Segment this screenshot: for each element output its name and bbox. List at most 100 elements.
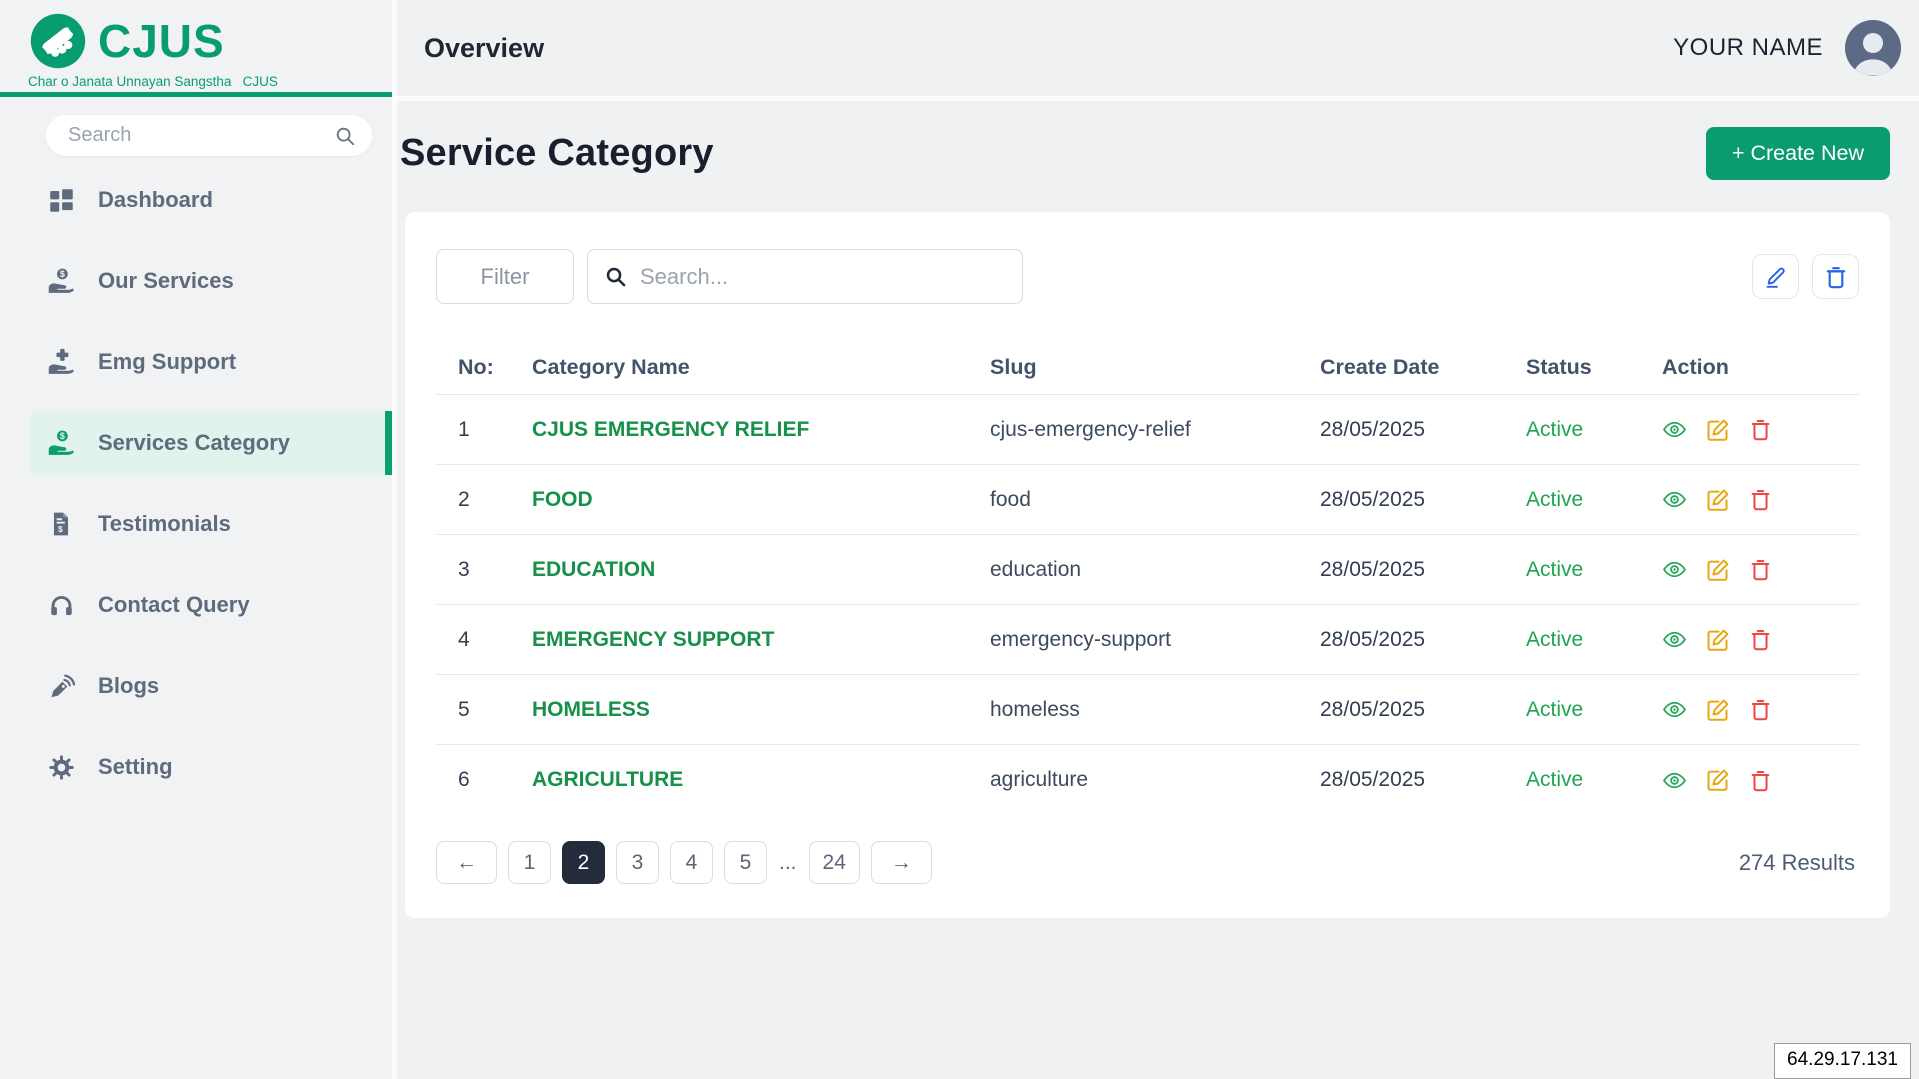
pagination-next-button[interactable]: → (870, 841, 932, 884)
category-slug: food (990, 487, 1031, 511)
brand-logo[interactable]: CJUS Char o Janata Unnayan Sangstha CJUS (0, 0, 392, 97)
row-actions (1662, 417, 1859, 442)
category-name-link[interactable]: HOMELESS (532, 698, 990, 722)
delete-icon[interactable] (1749, 488, 1772, 511)
column-header-action: Action (1662, 354, 1729, 379)
edit-icon[interactable] (1706, 488, 1730, 512)
sidebar-item-our-services[interactable]: $ Our Services (0, 249, 392, 313)
table-search (587, 249, 1023, 304)
sidebar-item-emg-support[interactable]: Emg Support (0, 330, 392, 394)
sidebar-item-label: Setting (98, 754, 173, 779)
handshake-logo-icon (28, 11, 88, 71)
view-icon[interactable] (1662, 557, 1687, 582)
active-indicator-bar (385, 411, 392, 475)
category-name-link[interactable]: EMERGENCY SUPPORT (532, 628, 990, 652)
hand-holding-dollar-icon: $ (46, 267, 76, 295)
delete-icon[interactable] (1749, 628, 1772, 651)
pagination-page-4[interactable]: 4 (670, 841, 713, 884)
edit-icon[interactable] (1706, 698, 1730, 722)
headphones-icon (46, 592, 76, 619)
category-slug: emergency-support (990, 627, 1171, 651)
edit-icon[interactable] (1706, 768, 1730, 792)
category-slug: homeless (990, 697, 1080, 721)
row-number: 1 (458, 417, 470, 441)
brand-name: CJUS (98, 15, 225, 67)
status-badge: Active (1526, 487, 1584, 511)
sidebar-item-label: Dashboard (98, 187, 213, 212)
category-name-link[interactable]: FOOD (532, 488, 990, 512)
create-new-button[interactable]: + Create New (1705, 127, 1890, 180)
table-toolbar: Filter (436, 249, 1859, 304)
create-date: 28/05/2025 (1320, 417, 1426, 441)
status-badge: Active (1526, 417, 1584, 441)
sidebar-item-label: Testimonials (98, 511, 231, 536)
table-row: 3 EDUCATION education 28/05/2025 Active (436, 535, 1859, 605)
sidebar-item-services-category[interactable]: $ Services Category (30, 411, 392, 475)
delete-icon[interactable] (1749, 418, 1772, 441)
row-actions (1662, 557, 1859, 582)
category-name-link[interactable]: AGRICULTURE (532, 768, 990, 792)
trash-icon (1824, 265, 1848, 289)
pagination-page-2-active[interactable]: 2 (562, 841, 605, 884)
person-icon (1853, 32, 1893, 76)
create-date: 28/05/2025 (1320, 627, 1426, 651)
row-number: 5 (458, 697, 470, 721)
app-root: CJUS Char o Janata Unnayan Sangstha CJUS (0, 0, 1919, 1079)
table-footer: ← 1 2 3 4 5 ... 24 → 274 Results (436, 841, 1859, 884)
edit-icon[interactable] (1706, 558, 1730, 582)
delete-icon[interactable] (1749, 769, 1772, 792)
sidebar-item-dashboard[interactable]: Dashboard (0, 168, 392, 232)
pagination-page-5[interactable]: 5 (724, 841, 767, 884)
edit-icon[interactable] (1706, 418, 1730, 442)
user-name: YOUR NAME (1673, 34, 1823, 61)
create-date: 28/05/2025 (1320, 768, 1426, 791)
svg-text:$: $ (60, 431, 65, 441)
search-icon[interactable] (334, 125, 356, 147)
user-menu[interactable]: YOUR NAME (1673, 20, 1901, 76)
bulk-delete-button[interactable] (1812, 254, 1859, 299)
delete-icon[interactable] (1749, 558, 1772, 581)
view-icon[interactable] (1662, 487, 1687, 512)
pagination-page-24[interactable]: 24 (808, 841, 860, 884)
category-slug: education (990, 557, 1082, 581)
column-header-no: No: (458, 354, 494, 379)
row-actions (1662, 697, 1859, 722)
table-header-row: No: Category Name Slug Create Date Statu… (436, 340, 1859, 395)
sidebar-nav: Dashboard $ Our Services Emg Support $ S… (0, 168, 392, 799)
column-header-slug: Slug (990, 354, 1037, 379)
ip-address-overlay: 64.29.17.131 (1774, 1043, 1911, 1079)
view-icon[interactable] (1662, 697, 1687, 722)
category-slug: cjus-emergency-relief (990, 417, 1191, 441)
filter-button[interactable]: Filter (436, 249, 574, 304)
status-badge: Active (1526, 557, 1584, 581)
svg-text:$: $ (58, 524, 63, 534)
edit-icon[interactable] (1706, 628, 1730, 652)
row-actions (1662, 627, 1859, 652)
column-header-category-name: Category Name (532, 354, 690, 379)
category-name-link[interactable]: CJUS EMERGENCY RELIEF (532, 418, 990, 442)
pagination-page-3[interactable]: 3 (616, 841, 659, 884)
brand-tagline: Char o Janata Unnayan Sangstha CJUS (28, 74, 278, 89)
sidebar-item-label: Contact Query (98, 592, 250, 617)
sidebar-item-contact-query[interactable]: Contact Query (0, 573, 392, 637)
delete-icon[interactable] (1749, 698, 1772, 721)
sidebar-search-input[interactable] (68, 124, 334, 147)
view-icon[interactable] (1662, 627, 1687, 652)
row-actions (1662, 487, 1859, 512)
bulk-edit-button[interactable] (1752, 254, 1799, 299)
avatar[interactable] (1845, 20, 1901, 76)
pagination-page-1[interactable]: 1 (508, 841, 551, 884)
pagination: ← 1 2 3 4 5 ... 24 → (436, 841, 932, 884)
dashboard-grid-icon (46, 187, 76, 214)
view-icon[interactable] (1662, 768, 1687, 793)
table-row: 5 HOMELESS homeless 28/05/2025 Active (436, 675, 1859, 745)
table-search-input[interactable] (640, 263, 1006, 290)
create-date: 28/05/2025 (1320, 697, 1426, 721)
category-name-link[interactable]: EDUCATION (532, 558, 990, 582)
sidebar-item-blogs[interactable]: Blogs (0, 654, 392, 718)
sidebar-item-setting[interactable]: Setting (0, 735, 392, 799)
pagination-prev-button[interactable]: ← (436, 841, 497, 884)
page-body: Service Category + Create New Filter Sea… (397, 101, 1919, 918)
sidebar-item-testimonials[interactable]: $ Testimonials (0, 492, 392, 556)
view-icon[interactable] (1662, 417, 1687, 442)
